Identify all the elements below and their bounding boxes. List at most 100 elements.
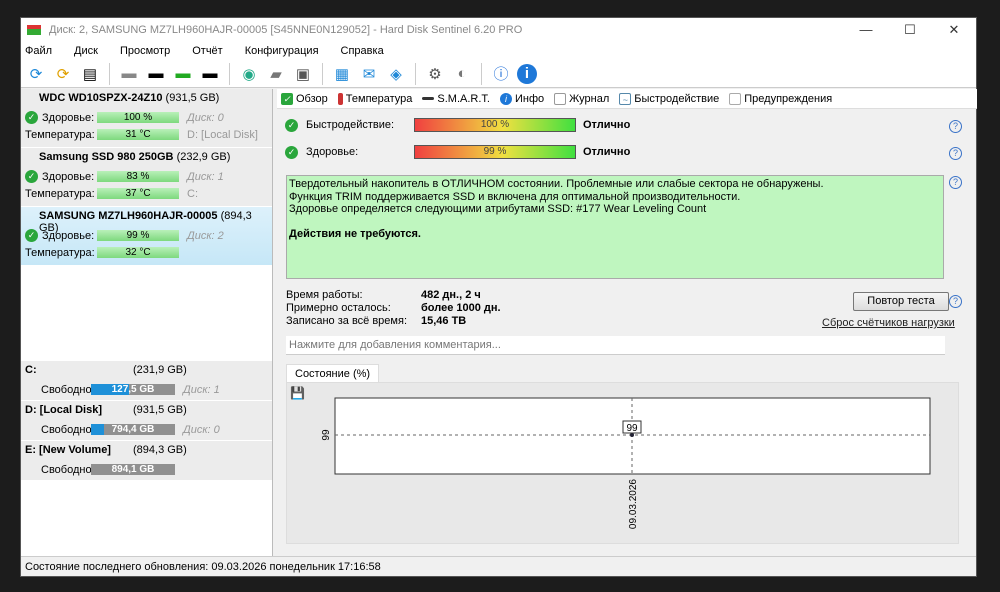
uptime-value: 482 дн., 2 ч bbox=[421, 289, 481, 301]
disk-size: (232,9 GB) bbox=[176, 151, 231, 163]
menu-report[interactable]: Отчёт bbox=[192, 45, 222, 57]
title-bar: Диск: 2, SAMSUNG MZ7LH960HAJR-00005 [S45… bbox=[21, 18, 976, 42]
health-label: Здоровье: bbox=[42, 229, 95, 242]
disk-check-icon[interactable]: ▬ bbox=[172, 63, 194, 85]
health-label: Здоровье: bbox=[42, 170, 95, 183]
toolbar: ⟳ ⟳ ▤ ▬ ▬ ▬ ▬ ◉ ▰ ▣ ▦ ✉ ◈ ⚙ ◐ ⓘ i bbox=[21, 60, 976, 88]
written-label: Записано за всё время: bbox=[286, 315, 407, 327]
disk-item[interactable]: Samsung SSD 980 250GB (232,9 GB) ✓ Здоров… bbox=[21, 148, 272, 207]
app-window: Диск: 2, SAMSUNG MZ7LH960HAJR-00005 [S45… bbox=[20, 17, 977, 577]
y-tick-label: 99 bbox=[321, 429, 332, 441]
info-icon: i bbox=[499, 92, 512, 105]
reset-counters-link[interactable]: Сброс счётчиков нагрузки bbox=[822, 317, 955, 329]
free-label: Свободно bbox=[41, 463, 92, 476]
volume-item[interactable]: E: [New Volume] (894,3 GB) Свободно 894,1 … bbox=[21, 441, 272, 481]
help-icon[interactable]: ? bbox=[949, 147, 962, 160]
gear-icon[interactable]: ⚙ bbox=[424, 63, 446, 85]
maximize-button[interactable]: ☐ bbox=[888, 22, 932, 38]
close-button[interactable]: ✕ bbox=[932, 22, 976, 38]
temp-label: Температура: bbox=[25, 246, 95, 259]
help-icon[interactable]: ? bbox=[949, 176, 962, 189]
refresh-icon[interactable]: ⟳ bbox=[25, 63, 47, 85]
volume-name: C: bbox=[25, 364, 37, 376]
disk-name: SAMSUNG MZ7LH960HAJR-00005 bbox=[39, 210, 218, 222]
app-icon bbox=[27, 25, 41, 35]
help-icon[interactable]: ? bbox=[949, 295, 962, 308]
health-bar: 83 % bbox=[97, 171, 179, 182]
free-space-bar: 127,5 GB bbox=[91, 384, 175, 395]
tab-health-chart[interactable]: Состояние (%) bbox=[286, 364, 380, 383]
health-label: Здоровье: bbox=[306, 146, 359, 158]
message-line: Твердотельный накопитель в ОТЛИЧНОМ сост… bbox=[289, 178, 824, 190]
health-status: Отлично bbox=[583, 146, 631, 158]
copy-icon bbox=[729, 92, 742, 105]
computer-icon[interactable]: ▣ bbox=[292, 63, 314, 85]
menu-view[interactable]: Просмотр bbox=[120, 45, 170, 57]
comment-input[interactable]: Нажмите для добавления комментария... bbox=[286, 336, 945, 355]
disk-search-icon[interactable]: ▬ bbox=[199, 63, 221, 85]
check-icon: ✓ bbox=[281, 92, 293, 105]
disk-icon bbox=[422, 97, 435, 100]
tab-temperature[interactable]: Температура bbox=[337, 92, 412, 105]
disk-item-selected[interactable]: SAMSUNG MZ7LH960HAJR-00005 (894,3 GB) ✓ З… bbox=[21, 207, 272, 266]
disk-size: (931,5 GB) bbox=[165, 92, 220, 104]
help-icon[interactable]: ⓘ bbox=[490, 63, 512, 85]
message-line: Здоровье определяется следующими атрибут… bbox=[289, 203, 707, 215]
check-icon: ✓ bbox=[25, 111, 38, 124]
disk-schedule-icon[interactable]: ▬ bbox=[145, 63, 167, 85]
health-bar: 99 % bbox=[97, 230, 179, 241]
message-line: Функция TRIM поддерживается SSD и включе… bbox=[289, 190, 741, 203]
refresh-warning-icon[interactable]: ⟳ bbox=[52, 63, 74, 85]
tab-info[interactable]: i Инфо bbox=[499, 92, 544, 105]
remaining-label: Примерно осталось: bbox=[286, 302, 391, 314]
sound-icon[interactable]: ◐ bbox=[451, 63, 473, 85]
temp-bar: 31 °C bbox=[97, 129, 179, 140]
disk-index: Диск: 0 bbox=[187, 111, 224, 124]
disk-panel: WDC WD10SPZX-24Z10 (931,5 GB) ✓ Здоровье:… bbox=[21, 89, 273, 557]
disk-index: Диск: 1 bbox=[183, 383, 220, 396]
temp-label: Температура: bbox=[25, 128, 95, 141]
stats: Время работы: 482 дн., 2 ч Примерно остал… bbox=[286, 289, 501, 328]
notepad-icon[interactable]: ▦ bbox=[331, 63, 353, 85]
volume-name: D: [Local Disk] bbox=[25, 404, 103, 416]
free-label: Свободно bbox=[41, 423, 92, 436]
minimize-button[interactable]: — bbox=[844, 22, 888, 38]
temp-bar: 37 °C bbox=[97, 188, 179, 199]
disk-icon[interactable]: ▤ bbox=[79, 63, 101, 85]
volume-item[interactable]: D: [Local Disk] (931,5 GB) Свободно 794,4 … bbox=[21, 401, 272, 441]
status-bar: Состояние последнего обновления: 09.03.2… bbox=[21, 556, 976, 576]
help-icon[interactable]: ? bbox=[949, 120, 962, 133]
temp-bar: 32 °C bbox=[97, 247, 179, 258]
menu-help[interactable]: Справка bbox=[341, 45, 384, 57]
point-label: 99 bbox=[626, 423, 638, 434]
disk-index: Диск: 0 bbox=[183, 423, 220, 436]
volume-item[interactable]: C: (231,9 GB) Свободно 127,5 GB Диск: 1 bbox=[21, 361, 272, 401]
menu-file[interactable]: Файл bbox=[25, 45, 52, 57]
disk-gray-icon[interactable]: ▬ bbox=[118, 63, 140, 85]
mail-icon[interactable]: ✉ bbox=[358, 63, 380, 85]
network-disk-icon[interactable]: ▰ bbox=[265, 63, 287, 85]
tab-smart[interactable]: S.M.A.R.T. bbox=[422, 93, 490, 105]
chart-panel: 💾 99 99 09.03.2026 bbox=[286, 382, 959, 544]
performance-label: Быстродействие: bbox=[306, 119, 395, 131]
tab-overview[interactable]: ✓ Обзор bbox=[281, 92, 328, 105]
menu-config[interactable]: Конфигурация bbox=[245, 45, 319, 57]
tab-performance[interactable]: ~ Быстродействие bbox=[619, 92, 719, 105]
disk-index: Диск: 1 bbox=[187, 170, 224, 183]
retest-button[interactable]: Повтор теста bbox=[853, 292, 949, 311]
free-space-bar: 894,1 GB bbox=[91, 464, 175, 475]
disk-name: WDC WD10SPZX-24Z10 bbox=[39, 92, 163, 104]
globe-icon[interactable]: ◉ bbox=[238, 63, 260, 85]
menu-bar: Файл Диск Просмотр Отчёт Конфигурация Сп… bbox=[21, 42, 976, 60]
network-icon[interactable]: ◈ bbox=[385, 63, 407, 85]
tab-alerts[interactable]: Предупреждения bbox=[729, 92, 832, 105]
temp-label: Температура: bbox=[25, 187, 95, 200]
volume-size: (931,5 GB) bbox=[133, 404, 187, 416]
tab-log[interactable]: Журнал bbox=[554, 92, 609, 105]
menu-disk[interactable]: Диск bbox=[74, 45, 98, 57]
info-icon[interactable]: i bbox=[517, 63, 537, 84]
check-icon: ✓ bbox=[285, 145, 298, 159]
disk-item[interactable]: WDC WD10SPZX-24Z10 (931,5 GB) ✓ Здоровье:… bbox=[21, 89, 272, 148]
written-value: 15,46 TB bbox=[421, 315, 467, 327]
performance-status: Отлично bbox=[583, 119, 631, 131]
